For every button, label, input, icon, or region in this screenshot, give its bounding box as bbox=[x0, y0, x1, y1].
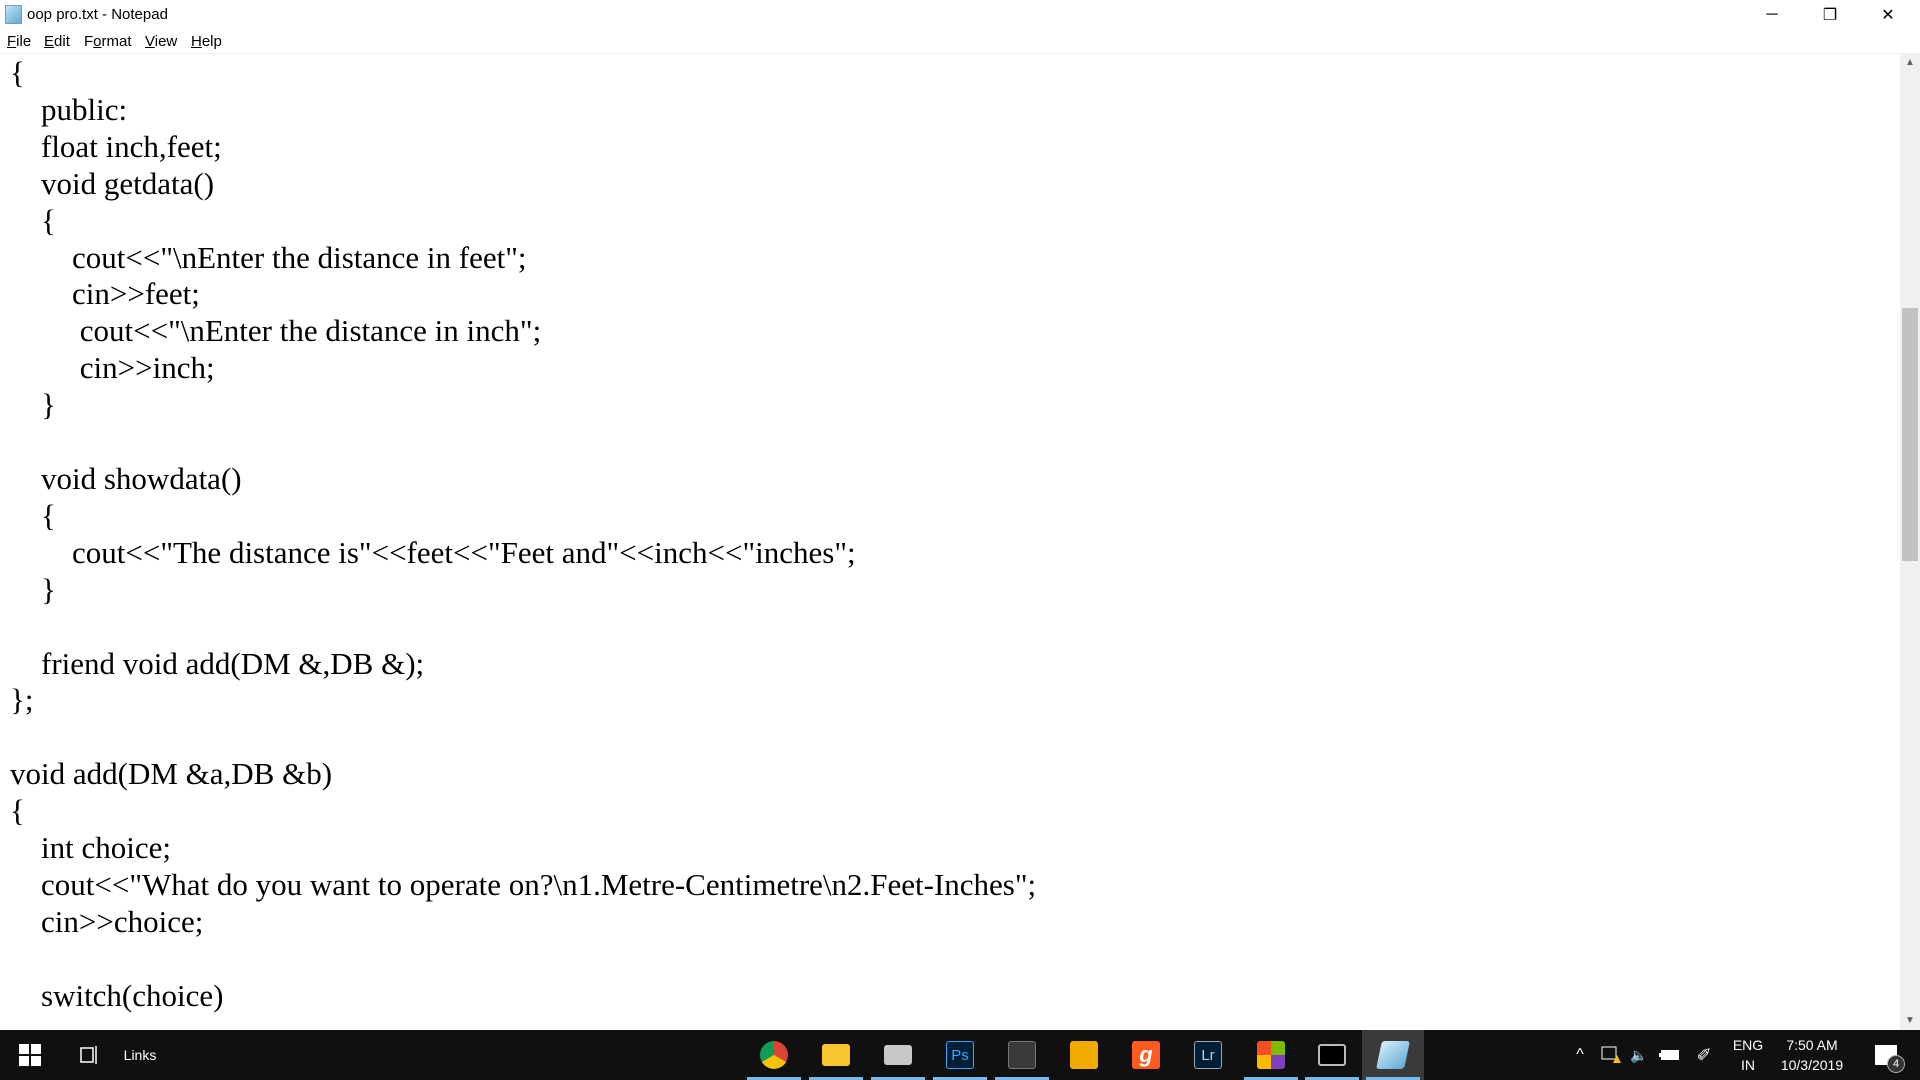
cmd-icon bbox=[1318, 1044, 1346, 1066]
start-button[interactable] bbox=[0, 1030, 60, 1080]
menu-format[interactable]: Format bbox=[84, 33, 132, 50]
battery-icon[interactable] bbox=[1656, 1030, 1684, 1080]
taskbar-lightroom[interactable]: Lr bbox=[1177, 1030, 1239, 1080]
task-view-button[interactable] bbox=[60, 1030, 118, 1080]
minimize-button[interactable]: ─ bbox=[1743, 0, 1801, 30]
menu-view-label: iew bbox=[154, 33, 178, 50]
menu-edit-accel: E bbox=[44, 33, 55, 50]
restore-button[interactable]: ❐ bbox=[1801, 0, 1859, 30]
notification-count: 4 bbox=[1887, 1055, 1905, 1073]
chrome-icon bbox=[760, 1041, 788, 1069]
links-toolbar[interactable]: Links bbox=[118, 1030, 162, 1080]
g-app-icon: g bbox=[1132, 1041, 1160, 1069]
menu-help[interactable]: Help bbox=[191, 33, 222, 50]
taskbar-app-dark[interactable] bbox=[991, 1030, 1053, 1080]
windows-icon bbox=[19, 1044, 41, 1066]
scrollbar-thumb[interactable] bbox=[1902, 308, 1918, 561]
notepad-icon bbox=[5, 5, 22, 24]
printer-icon bbox=[884, 1045, 912, 1065]
language-code: ENG bbox=[1732, 1037, 1764, 1053]
menu-edit-label: dit bbox=[54, 33, 70, 50]
app-icon bbox=[1008, 1041, 1036, 1069]
action-center-button[interactable]: 4 bbox=[1866, 1030, 1906, 1080]
taskbar-chrome[interactable] bbox=[743, 1030, 805, 1080]
editor-content[interactable]: { public: float inch,feet; void getdata(… bbox=[10, 55, 1036, 1015]
menu-file[interactable]: File bbox=[7, 33, 31, 50]
taskbar-printer[interactable] bbox=[867, 1030, 929, 1080]
taskbar-app-g[interactable]: g bbox=[1115, 1030, 1177, 1080]
notification-icon: 4 bbox=[1875, 1045, 1905, 1073]
lightroom-icon: Lr bbox=[1194, 1041, 1222, 1069]
clock-time: 7:50 AM bbox=[1786, 1037, 1838, 1053]
scroll-up-icon[interactable]: ▲ bbox=[1900, 54, 1920, 72]
folder-icon bbox=[822, 1044, 850, 1066]
taskbar-app-yellow[interactable] bbox=[1053, 1030, 1115, 1080]
title-bar: oop pro.txt - Notepad ─ ❐ ✕ bbox=[0, 0, 1920, 30]
pen-icon[interactable]: ✐ bbox=[1690, 1030, 1718, 1080]
menu-bar: File Edit Format View Help bbox=[0, 30, 1920, 54]
text-editor[interactable]: { public: float inch,feet; void getdata(… bbox=[0, 54, 1900, 1030]
clock[interactable]: 7:50 AM 10/3/2019 bbox=[1772, 1030, 1852, 1080]
taskbar-notepad[interactable] bbox=[1362, 1030, 1424, 1080]
taskbar: Links Ps g Lr ^ 🔈 ✐ ENG IN 7:50 AM 10/3/20… bbox=[0, 1030, 1920, 1080]
vertical-scrollbar[interactable]: ▲ ▼ bbox=[1900, 54, 1920, 1030]
menu-view[interactable]: View bbox=[145, 33, 177, 50]
taskbar-file-explorer[interactable] bbox=[805, 1030, 867, 1080]
office-grid-icon bbox=[1257, 1041, 1285, 1069]
language-indicator[interactable]: ENG IN bbox=[1728, 1030, 1768, 1080]
menu-file-label: ile bbox=[16, 33, 32, 50]
menu-help-label: elp bbox=[201, 33, 222, 50]
region-code: IN bbox=[1741, 1057, 1755, 1073]
taskbar-photoshop[interactable]: Ps bbox=[929, 1030, 991, 1080]
notepad-icon bbox=[1376, 1041, 1410, 1069]
menu-file-accel: F bbox=[7, 33, 17, 50]
photoshop-icon: Ps bbox=[946, 1041, 974, 1069]
taskbar-command-prompt[interactable] bbox=[1301, 1030, 1363, 1080]
taskbar-office[interactable] bbox=[1240, 1030, 1302, 1080]
menu-edit[interactable]: Edit bbox=[44, 33, 70, 50]
menu-help-accel: H bbox=[191, 33, 202, 50]
window-title: oop pro.txt - Notepad bbox=[27, 6, 168, 23]
app-icon bbox=[1070, 1041, 1098, 1069]
scroll-down-icon[interactable]: ▼ bbox=[1900, 1012, 1920, 1030]
close-button[interactable]: ✕ bbox=[1859, 0, 1917, 30]
menu-view-accel: V bbox=[145, 33, 155, 50]
show-hidden-icons-icon[interactable]: ^ bbox=[1568, 1030, 1592, 1080]
task-view-icon bbox=[80, 1046, 97, 1064]
clock-date: 10/3/2019 bbox=[1780, 1057, 1844, 1073]
volume-icon[interactable]: 🔈 bbox=[1626, 1030, 1652, 1080]
network-warning-icon[interactable] bbox=[1598, 1030, 1624, 1080]
